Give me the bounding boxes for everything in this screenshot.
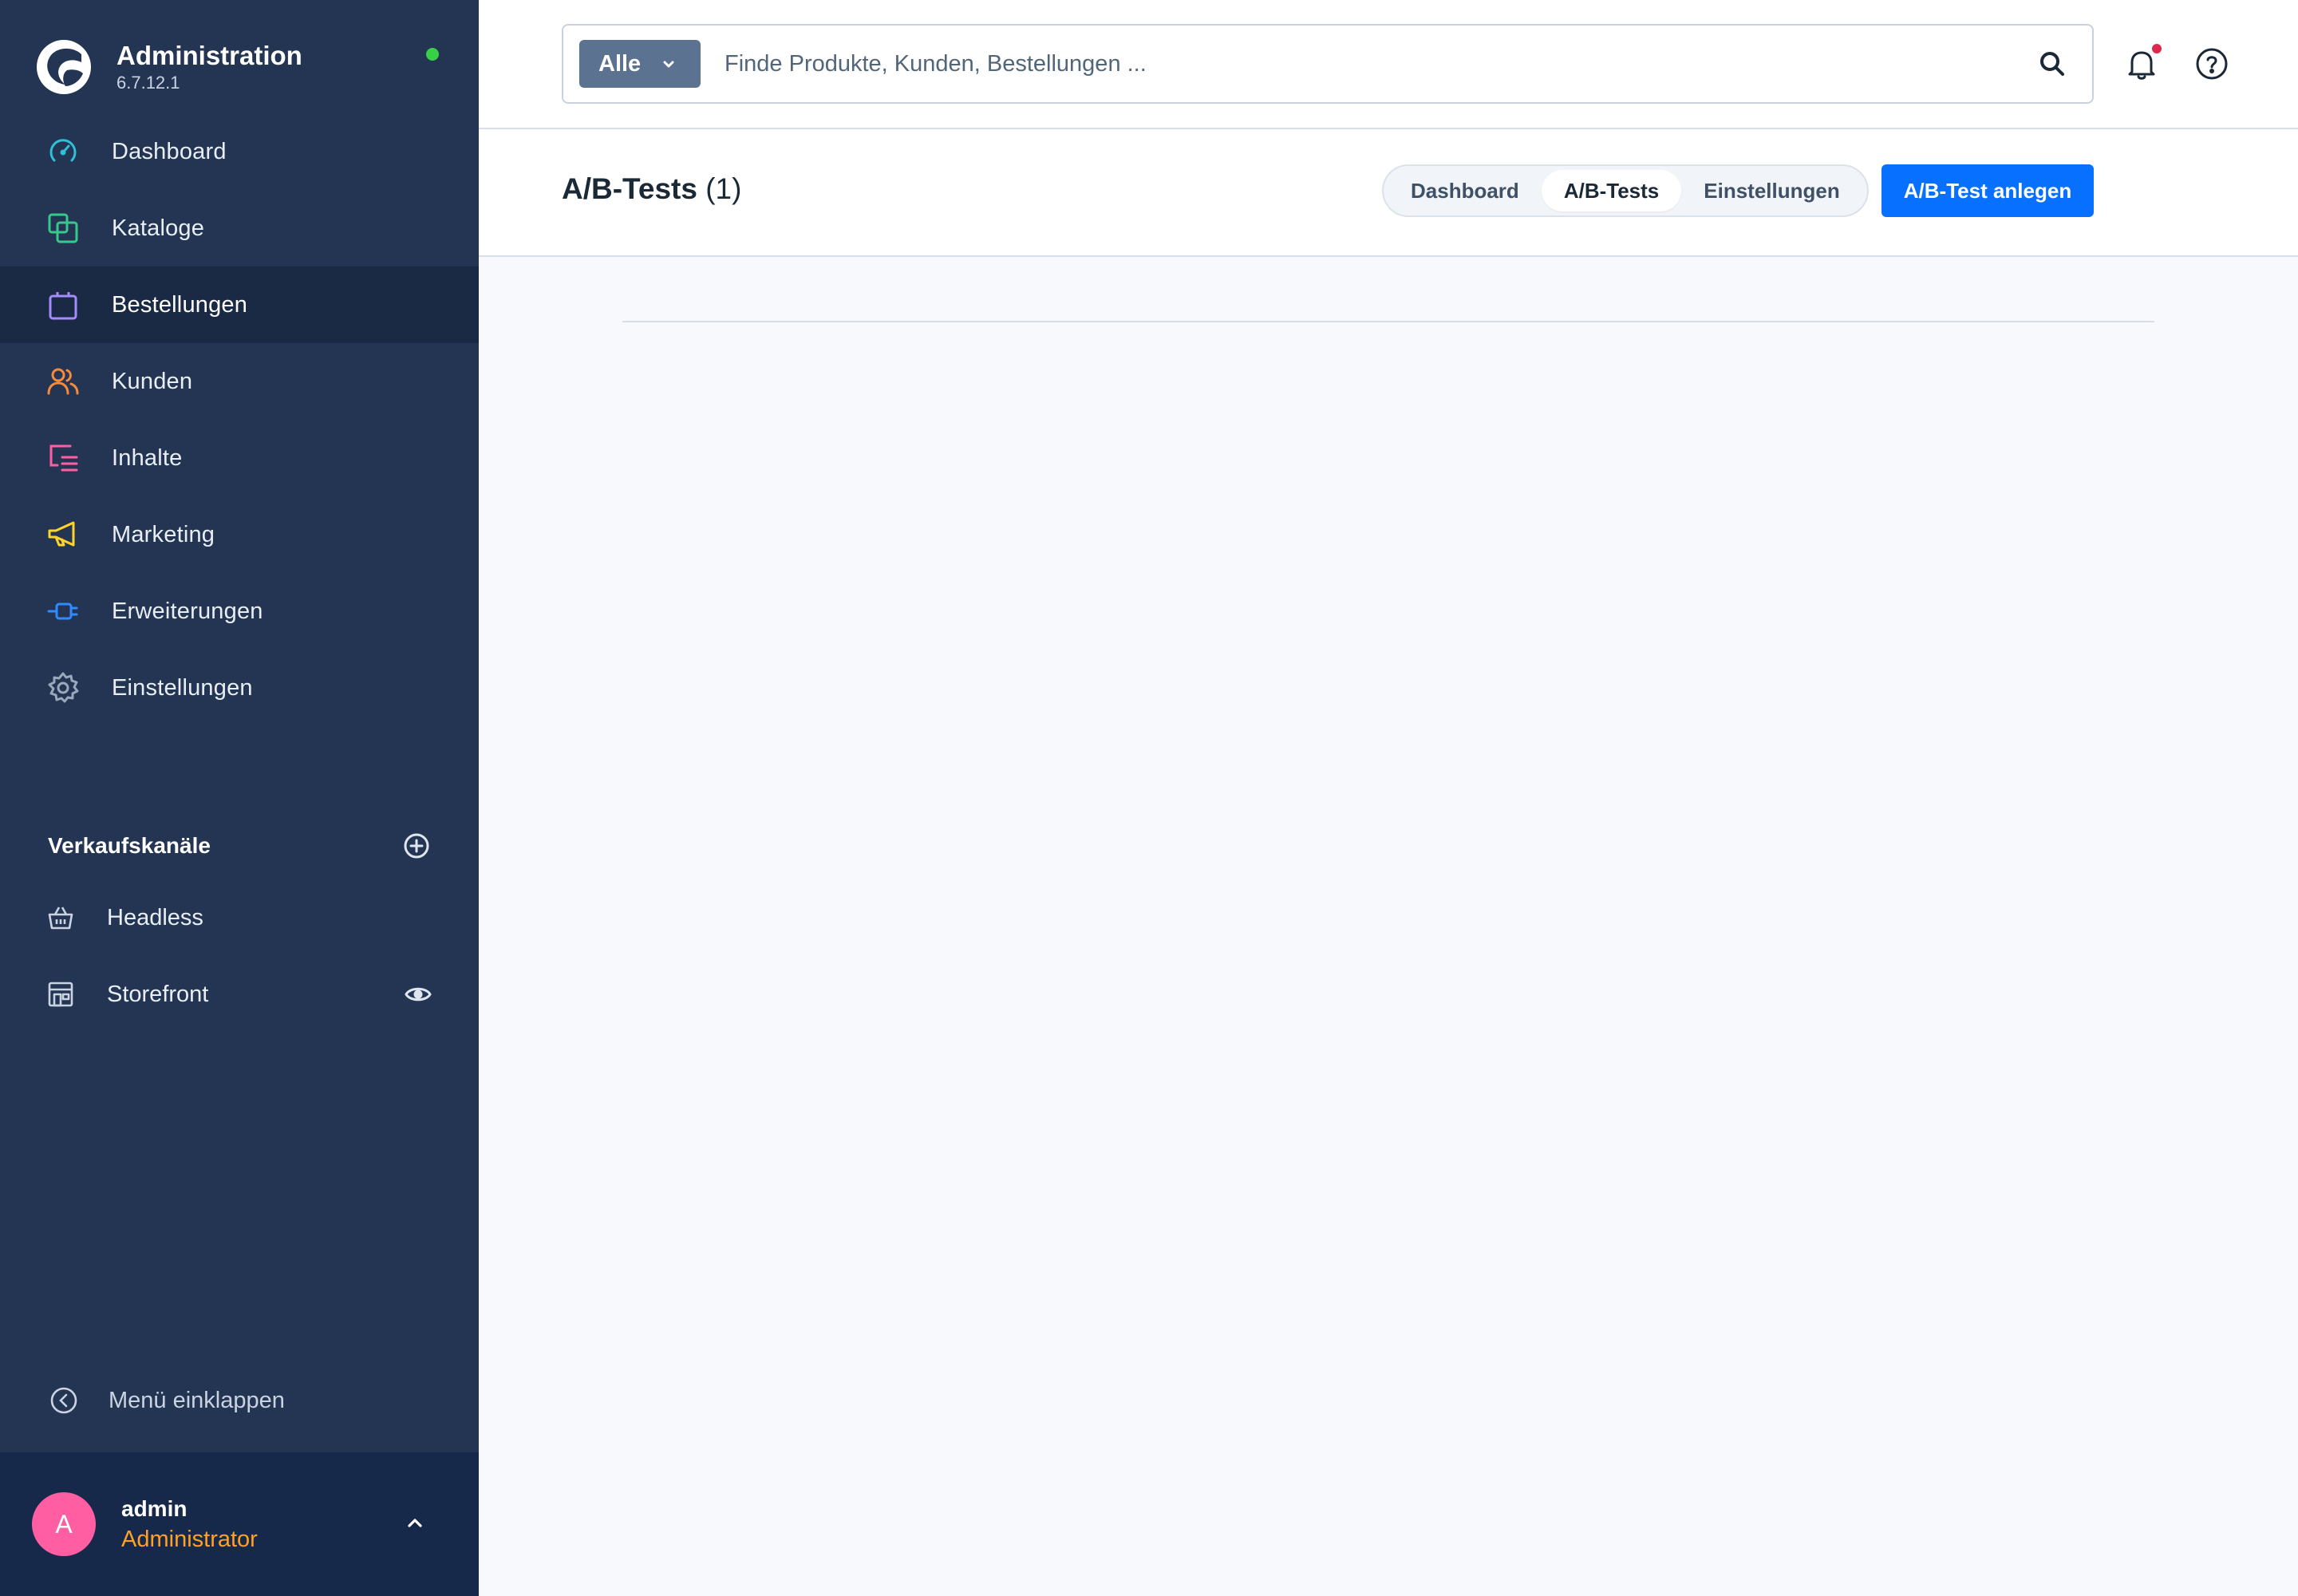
collapse-menu-button[interactable]: Menü einklappen (49, 1381, 285, 1420)
nav-label: Kataloge (112, 215, 205, 241)
page-title-text: A/B-Tests (562, 172, 697, 205)
tab-settings[interactable]: Einstellungen (1681, 170, 1862, 211)
nav-label: Inhalte (112, 444, 183, 471)
shopping-bag-icon (46, 288, 80, 322)
page-title-count: (1) (705, 172, 742, 205)
settings-gear-icon (46, 671, 80, 705)
nav-label: Bestellungen (112, 291, 248, 318)
brand-version: 6.7.12.1 (116, 73, 180, 93)
search-type-label: Alle (598, 50, 642, 77)
content-divider (622, 321, 2154, 322)
add-sales-channel-icon[interactable] (402, 832, 431, 860)
sales-channels-header: Verkaufskanäle (48, 827, 431, 865)
brand-title: Administration (116, 41, 302, 70)
nav-label: Einstellungen (112, 674, 253, 701)
notification-badge (2152, 44, 2162, 53)
search-icon[interactable] (2036, 48, 2068, 80)
nav-item-settings[interactable]: Einstellungen (0, 650, 479, 726)
page-header: A/B-Tests (1) Dashboard A/B-Tests Einste… (479, 129, 2298, 257)
user-name: admin (121, 1496, 188, 1521)
page-tabs: Dashboard A/B-Tests Einstellungen (1382, 164, 1869, 217)
main-navigation: Dashboard Kataloge Bestellungen Kunden I… (0, 113, 479, 726)
sales-channel-headless[interactable]: Headless (0, 879, 479, 956)
storefront-icon (48, 982, 73, 1007)
plugin-icon (46, 595, 80, 628)
user-role: Administrator (121, 1527, 258, 1552)
user-text: admin Administrator (121, 1494, 258, 1555)
megaphone-icon (46, 518, 80, 551)
brand[interactable]: Administration 6.7.12.1 (35, 35, 450, 99)
help-icon[interactable] (2194, 46, 2229, 81)
collapse-menu-label: Menü einklappen (109, 1387, 285, 1413)
avatar: A (32, 1492, 96, 1556)
nav-item-customers[interactable]: Kunden (0, 343, 479, 420)
catalog-icon (46, 211, 80, 245)
chevron-up-icon[interactable] (401, 1508, 429, 1537)
content-icon (46, 441, 80, 475)
search-type-dropdown[interactable]: Alle (579, 40, 701, 88)
nav-item-catalogs[interactable]: Kataloge (0, 190, 479, 267)
sales-channels-list: Headless Storefront (0, 879, 479, 1033)
dashboard-gauge-icon (46, 135, 80, 168)
nav-label: Marketing (112, 521, 215, 547)
nav-item-orders[interactable]: Bestellungen (0, 267, 479, 343)
sidebar: Administration 6.7.12.1 Dashboard Katalo… (0, 0, 479, 1596)
nav-label: Erweiterungen (112, 598, 263, 624)
app-root: Administration 6.7.12.1 Dashboard Katalo… (0, 0, 2298, 1596)
nav-item-extensions[interactable]: Erweiterungen (0, 573, 479, 650)
nav-label: Dashboard (112, 138, 227, 164)
sales-channel-label: Headless (107, 904, 203, 930)
basket-icon (48, 907, 73, 930)
sales-channel-label: Storefront (107, 981, 209, 1007)
customers-icon (46, 365, 80, 398)
nav-item-dashboard[interactable]: Dashboard (0, 113, 479, 190)
create-ab-test-button[interactable]: A/B-Test anlegen (1881, 164, 2094, 217)
eye-icon[interactable] (404, 980, 432, 1009)
topbar: Alle (479, 0, 2298, 129)
shopware-logo-icon (37, 40, 91, 94)
global-search: Alle (562, 24, 2094, 104)
nav-item-marketing[interactable]: Marketing (0, 496, 479, 573)
nav-item-content[interactable]: Inhalte (0, 420, 479, 496)
sales-channel-storefront[interactable]: Storefront (0, 956, 479, 1033)
main-area: Alle Finde Produkte, Kunden, Bestellunge… (479, 0, 2298, 1596)
online-status-indicator (426, 48, 439, 61)
chevron-left-circle-icon (50, 1387, 77, 1414)
chevron-down-icon (663, 61, 674, 68)
sales-channels-title: Verkaufskanäle (48, 833, 211, 858)
nav-label: Kunden (112, 368, 193, 394)
page-title: A/B-Tests (1) (562, 172, 741, 206)
user-menu[interactable]: A admin Administrator (0, 1452, 479, 1596)
tab-ab-tests[interactable]: A/B-Tests (1541, 170, 1682, 211)
brand-text: Administration 6.7.12.1 (116, 40, 302, 94)
tab-dashboard[interactable]: Dashboard (1388, 170, 1542, 211)
search-input[interactable] (725, 40, 2036, 88)
